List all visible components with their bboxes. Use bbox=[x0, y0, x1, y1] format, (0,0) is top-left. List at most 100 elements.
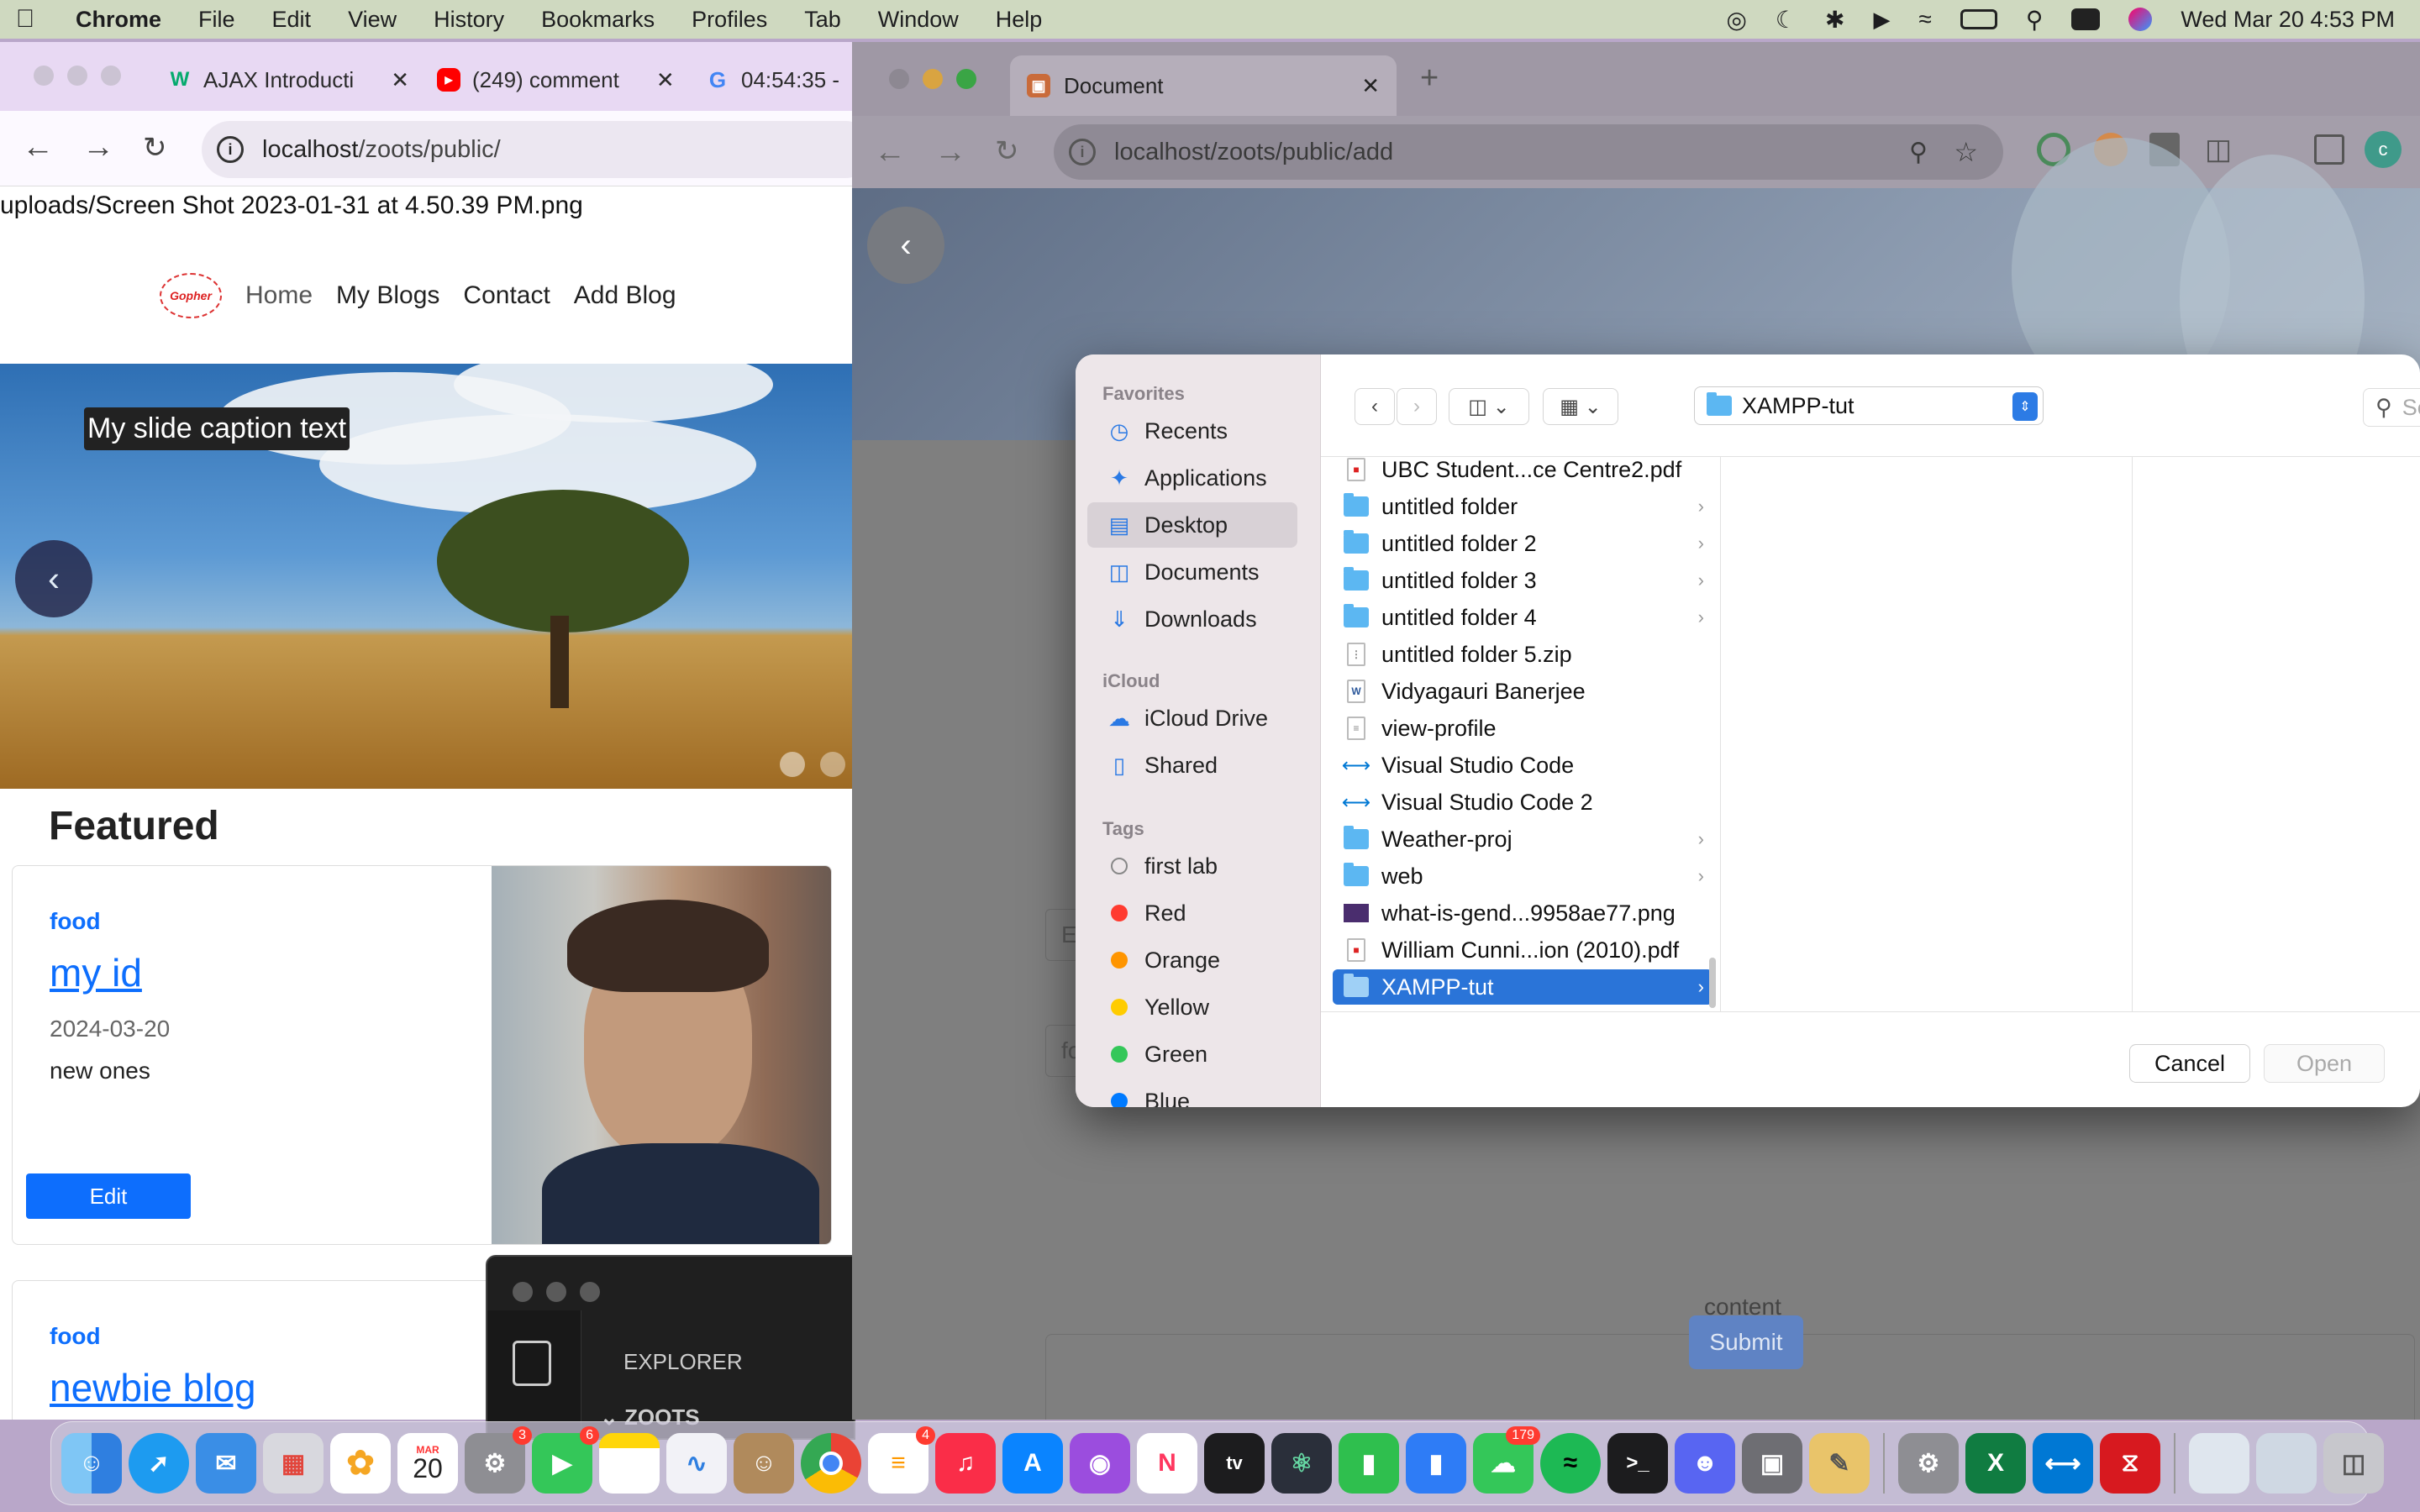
menu-app-name[interactable]: Chrome bbox=[50, 7, 180, 33]
clock-datetime[interactable]: Wed Mar 20 4:53 PM bbox=[2181, 7, 2395, 33]
nav-contact[interactable]: Contact bbox=[463, 281, 550, 310]
sidebar-item-shared[interactable]: ▯ Shared bbox=[1087, 743, 1297, 788]
file-row[interactable]: untitled folder › bbox=[1333, 489, 1712, 524]
nav-add-blog[interactable]: Add Blog bbox=[574, 281, 676, 310]
freeform-icon[interactable]: ∿ bbox=[666, 1433, 727, 1494]
menu-bookmarks[interactable]: Bookmarks bbox=[523, 7, 673, 33]
edit-button[interactable]: Edit bbox=[26, 1173, 191, 1219]
wifi-icon[interactable]: ≈ bbox=[1918, 6, 1931, 33]
close-window-button[interactable] bbox=[34, 66, 54, 86]
menu-tab[interactable]: Tab bbox=[786, 7, 860, 33]
close-window-button[interactable] bbox=[889, 69, 909, 89]
menu-edit[interactable]: Edit bbox=[254, 7, 330, 33]
tab-youtube[interactable]: ▶ (249) comment ✕ bbox=[437, 54, 675, 106]
card-title-link[interactable]: newbie blog bbox=[50, 1365, 256, 1410]
moon-icon[interactable]: ☾ bbox=[1776, 6, 1797, 34]
desktop-stack-icon[interactable] bbox=[2256, 1433, 2317, 1494]
menu-file[interactable]: File bbox=[180, 7, 254, 33]
address-bar[interactable]: i localhost/zoots/public/add ⚲ ☆ bbox=[1054, 124, 2003, 180]
new-tab-icon[interactable]: + bbox=[1420, 60, 1439, 97]
control-center-icon[interactable] bbox=[2071, 8, 2101, 30]
reminders-icon[interactable]: ≡ 4 bbox=[868, 1426, 935, 1494]
tag-item[interactable]: first lab bbox=[1087, 843, 1297, 889]
sidebar-item-applications[interactable]: ✦ Applications bbox=[1087, 455, 1297, 501]
submit-button[interactable]: Submit bbox=[1689, 1315, 1803, 1369]
close-icon[interactable]: ✕ bbox=[391, 67, 409, 93]
zoom-window-button[interactable] bbox=[101, 66, 121, 86]
address-bar[interactable]: i localhost/zoots/public/ bbox=[202, 121, 852, 178]
minimize-window-button[interactable] bbox=[923, 69, 943, 89]
menu-view[interactable]: View bbox=[329, 7, 415, 33]
back-button[interactable]: ‹ bbox=[1355, 388, 1395, 425]
file-row[interactable]: ⟷ Visual Studio Code bbox=[1333, 748, 1712, 783]
nav-my-blogs[interactable]: My Blogs bbox=[336, 281, 439, 310]
finder-icon[interactable]: ☺ bbox=[61, 1433, 122, 1494]
minimize-window-button[interactable] bbox=[546, 1282, 566, 1302]
news-icon[interactable]: N bbox=[1137, 1433, 1197, 1494]
file-row[interactable]: web › bbox=[1333, 858, 1712, 894]
reload-icon[interactable]: ↻ bbox=[995, 134, 1019, 168]
battery-icon[interactable] bbox=[1960, 9, 1997, 29]
vscode-icon[interactable]: ⟷ bbox=[2033, 1433, 2093, 1494]
site-info-icon[interactable]: i bbox=[217, 136, 244, 163]
close-icon[interactable]: ✕ bbox=[1361, 73, 1380, 99]
open-button[interactable]: Open bbox=[2264, 1044, 2385, 1083]
back-icon[interactable]: ← bbox=[22, 129, 54, 165]
reload-icon[interactable]: ↻ bbox=[143, 131, 167, 165]
menu-help[interactable]: Help bbox=[977, 7, 1061, 33]
chrome-icon[interactable] bbox=[801, 1433, 861, 1494]
settings-utility-icon[interactable]: ⚙ bbox=[1898, 1433, 1959, 1494]
discord-icon[interactable]: ☻ bbox=[1675, 1433, 1735, 1494]
carousel-indicator[interactable] bbox=[780, 752, 805, 777]
file-row[interactable]: W Vidyagauri Banerjee bbox=[1333, 674, 1712, 709]
siri-icon[interactable] bbox=[2128, 8, 2153, 31]
keynote-icon[interactable]: ▮ bbox=[1406, 1433, 1466, 1494]
site-logo[interactable]: Gopher bbox=[160, 273, 222, 318]
tab-ajax[interactable]: W AJAX Introducti ✕ bbox=[168, 54, 409, 106]
nav-home[interactable]: Home bbox=[245, 281, 313, 310]
contacts-icon[interactable]: ☺ bbox=[734, 1433, 794, 1494]
location-popup[interactable]: XAMPP-tut ⇕ bbox=[1694, 386, 2044, 425]
zoom-window-button[interactable] bbox=[580, 1282, 600, 1302]
tag-item[interactable]: Green bbox=[1087, 1032, 1297, 1077]
cancel-button[interactable]: Cancel bbox=[2129, 1044, 2250, 1083]
tab-document[interactable]: ▣ Document ✕ bbox=[1010, 55, 1397, 116]
sidebar-item-documents[interactable]: ◫ Documents bbox=[1087, 549, 1297, 595]
menu-window[interactable]: Window bbox=[860, 7, 977, 33]
excel-icon[interactable]: X bbox=[1965, 1433, 2026, 1494]
profile-avatar[interactable]: c bbox=[2365, 131, 2402, 168]
file-row[interactable]: Weather-proj › bbox=[1333, 822, 1712, 857]
file-row[interactable]: untitled folder 2 › bbox=[1333, 526, 1712, 561]
launchpad-icon[interactable]: ▦ bbox=[263, 1433, 324, 1494]
files-icon[interactable] bbox=[513, 1341, 551, 1386]
file-row-selected[interactable]: XAMPP-tut › bbox=[1333, 969, 1712, 1005]
sidebar-item-recents[interactable]: ◷ Recents bbox=[1087, 408, 1297, 454]
file-row[interactable]: ⟷ Visual Studio Code 2 bbox=[1333, 785, 1712, 820]
tag-item[interactable]: Red bbox=[1087, 890, 1297, 936]
screenshots-stack-icon[interactable] bbox=[2189, 1433, 2249, 1494]
side-panel-icon[interactable] bbox=[2314, 134, 2344, 165]
play-icon[interactable]: ▶ bbox=[1873, 7, 1890, 33]
close-icon[interactable]: ✕ bbox=[656, 67, 675, 93]
file-row[interactable]: ■ William Cunni...ion (2010).pdf bbox=[1333, 932, 1712, 968]
file-row[interactable]: untitled folder 3 › bbox=[1333, 563, 1712, 598]
carousel-indicator[interactable] bbox=[820, 752, 845, 777]
atom-icon[interactable]: ⚛ bbox=[1271, 1433, 1332, 1494]
back-icon[interactable]: ← bbox=[874, 134, 906, 171]
zoom-icon[interactable]: ⚲ bbox=[1909, 138, 1928, 167]
minimize-window-button[interactable] bbox=[67, 66, 87, 86]
music-icon[interactable]: ♫ bbox=[935, 1433, 996, 1494]
forward-icon[interactable]: → bbox=[82, 129, 114, 165]
sidebar-item-icloud-drive[interactable]: ☁ iCloud Drive bbox=[1087, 696, 1297, 741]
tag-item[interactable]: Blue bbox=[1087, 1079, 1297, 1107]
sidebar-item-desktop[interactable]: ▤ Desktop bbox=[1087, 502, 1297, 548]
numbers-icon[interactable]: ▮ bbox=[1339, 1433, 1399, 1494]
view-mode-button[interactable]: ◫ ⌄ bbox=[1449, 388, 1529, 425]
back-button[interactable]: ‹ bbox=[867, 207, 944, 284]
menu-profiles[interactable]: Profiles bbox=[673, 7, 786, 33]
forward-icon[interactable]: → bbox=[934, 134, 966, 171]
site-info-icon[interactable]: i bbox=[1069, 139, 1096, 165]
photos-icon[interactable]: ✿ bbox=[330, 1433, 391, 1494]
tag-item[interactable]: Yellow bbox=[1087, 984, 1297, 1030]
calendar-icon[interactable]: MAR 20 bbox=[397, 1433, 458, 1494]
